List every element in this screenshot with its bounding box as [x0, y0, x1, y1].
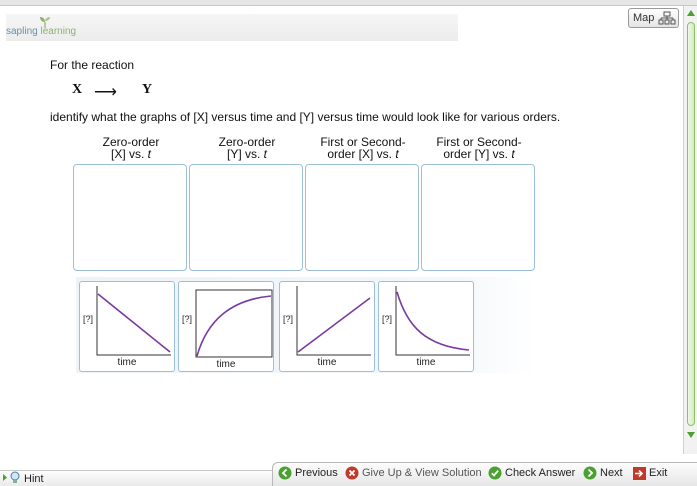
graph-curve-decrease: [395, 286, 470, 356]
give-up-label: Give Up & View Solution: [362, 467, 482, 479]
column-header-zero-x: Zero-order [X] vs. t: [73, 136, 189, 160]
next-icon: [583, 466, 597, 480]
next-label: Next: [600, 467, 623, 479]
logo-learning: learning: [40, 26, 77, 37]
graph-ylabel: [?]: [83, 314, 94, 324]
map-label: Map: [633, 12, 655, 24]
question-text: identify what the graphs of [X] versus t…: [50, 110, 561, 124]
graph-linear-increase: [296, 286, 371, 356]
column-header-line2: order [Y] vs. t: [443, 147, 515, 161]
graph-card-curve-increase[interactable]: [?] time: [178, 281, 274, 372]
drop-target-zero-x[interactable]: [73, 164, 187, 271]
sitemap-icon: [658, 11, 676, 25]
graph-xlabel: time: [216, 359, 236, 370]
graph-xlabel: time: [317, 357, 337, 368]
column-header-first-second-y: First or Second- order [Y] vs. t: [421, 136, 537, 160]
drop-target-first-second-x[interactable]: [305, 164, 419, 271]
scroll-down-icon[interactable]: [686, 430, 696, 440]
reaction-equation: X ⟶ Y: [72, 82, 152, 101]
column-header-line2: [Y] vs. t: [226, 147, 268, 161]
graph-card-linear-decrease[interactable]: [?] time: [79, 281, 175, 372]
sapling-logo: sapling learning: [6, 17, 86, 40]
graph-ylabel: [?]: [182, 314, 193, 324]
check-answer-label: Check Answer: [505, 467, 576, 479]
logo-text: sapling learning: [6, 26, 76, 37]
graph-ylabel: [?]: [382, 314, 393, 324]
column-header-first-second-x: First or Second- order [X] vs. t: [305, 136, 421, 160]
graph-curve-increase: [195, 289, 273, 358]
graph-ylabel: [?]: [283, 314, 294, 324]
scroll-up-icon[interactable]: [686, 8, 696, 18]
previous-icon: [278, 466, 292, 480]
previous-label: Previous: [295, 467, 338, 479]
column-header-line2: [X] vs. t: [110, 147, 152, 161]
scroll-thumb[interactable]: [687, 22, 695, 426]
hint-button[interactable]: Hint: [2, 471, 44, 485]
reaction-arrow: ⟶: [94, 84, 117, 101]
graph-xlabel: time: [117, 357, 137, 368]
map-button[interactable]: Map: [628, 8, 679, 28]
reactant: X: [72, 82, 83, 97]
column-header-line2: order [X] vs. t: [327, 147, 399, 161]
column-header-zero-y: Zero-order [Y] vs. t: [189, 136, 305, 160]
problem-window: sapling learning Map For the reaction X …: [0, 0, 697, 486]
graph-card-linear-increase[interactable]: [?] time: [279, 281, 375, 372]
vertical-scrollbar[interactable]: [683, 6, 697, 454]
graph-xlabel: time: [416, 357, 436, 368]
exit-icon: [633, 467, 646, 480]
product: Y: [142, 82, 153, 97]
hint-label: Hint: [24, 473, 44, 485]
check-icon: [488, 466, 502, 480]
logo-sapling: sapling: [6, 26, 38, 37]
exit-label: Exit: [649, 467, 668, 479]
graph-linear-decrease: [96, 286, 171, 356]
drop-target-zero-y[interactable]: [189, 164, 303, 271]
reaction-prompt: For the reaction: [50, 58, 135, 72]
give-up-icon: [345, 466, 359, 480]
graph-card-curve-decrease[interactable]: [?] time: [378, 281, 474, 372]
top-bar: [0, 0, 697, 6]
drop-target-first-second-y[interactable]: [421, 164, 535, 271]
hint-icon: [3, 471, 20, 483]
